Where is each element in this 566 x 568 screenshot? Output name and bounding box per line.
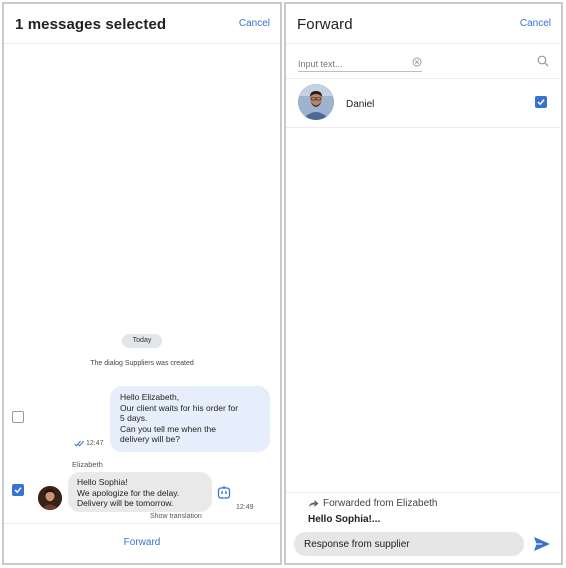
- message-line: delivery will be?: [120, 434, 180, 444]
- divider: [286, 78, 561, 79]
- translate-icon[interactable]: [217, 486, 231, 500]
- send-icon[interactable]: [533, 536, 551, 552]
- message-line: Our client waits for his order for: [120, 402, 239, 413]
- avatar-daniel-image: [298, 84, 334, 120]
- message-line: Hello Elizabeth,: [120, 392, 180, 402]
- cancel-forward-button[interactable]: Cancel: [520, 18, 551, 29]
- forward-panel: Forward Cancel Daniel: [284, 2, 563, 565]
- date-separator: Today: [122, 334, 162, 348]
- reply-input[interactable]: [294, 532, 524, 556]
- selection-header: 1 messages selected Cancel: [4, 4, 280, 44]
- system-message: The dialog Suppliers was created: [90, 360, 194, 367]
- forward-header: Forward Cancel: [286, 4, 561, 44]
- clear-icon[interactable]: [412, 57, 422, 67]
- outgoing-message-meta: 12:47: [74, 440, 104, 447]
- avatar-elizabeth-image: [38, 486, 62, 510]
- message-line: Delivery will be tomorrow.: [77, 498, 174, 508]
- page-title: Forward: [297, 16, 353, 33]
- avatar: [298, 84, 334, 120]
- message-line: Hello Sophia!: [77, 477, 128, 487]
- message-checkbox-outgoing[interactable]: [12, 411, 24, 423]
- message-checkbox-incoming[interactable]: [12, 484, 24, 496]
- cancel-selection-button[interactable]: Cancel: [239, 18, 270, 29]
- page-title: 1 messages selected: [15, 16, 167, 33]
- contact-name: Daniel: [346, 99, 375, 110]
- contact-row[interactable]: Daniel: [286, 82, 561, 128]
- forwarded-message-preview: Forwarded from Elizabeth Hello Sophia!..…: [286, 492, 561, 528]
- forward-arrow-icon: [308, 500, 319, 507]
- search-field: [298, 54, 422, 72]
- selection-footer: Forward: [4, 523, 280, 563]
- message-time: 12:49: [236, 504, 254, 511]
- sender-name: Elizabeth: [72, 460, 103, 469]
- check-icon: [537, 99, 545, 106]
- message-time: 12:47: [86, 440, 104, 447]
- outgoing-message-bubble[interactable]: Hello Elizabeth, Our client waits for hi…: [110, 386, 270, 452]
- selection-panel: 1 messages selected Cancel Today The dia…: [2, 2, 282, 565]
- search-input[interactable]: [298, 56, 398, 69]
- avatar[interactable]: [38, 486, 62, 510]
- forward-button[interactable]: Forward: [4, 537, 280, 548]
- forwarded-preview-text: Hello Sophia!...: [308, 514, 381, 525]
- message-line: We apologize for the delay.: [77, 487, 180, 498]
- search-icon[interactable]: [537, 55, 549, 67]
- message-line: Can you tell me when the: [120, 423, 216, 434]
- message-line: 5 days.: [120, 413, 148, 423]
- contact-checkbox[interactable]: [535, 96, 547, 108]
- check-icon: [14, 487, 22, 494]
- show-translation-link[interactable]: Show translation: [150, 513, 202, 520]
- incoming-message-bubble[interactable]: Hello Sophia! We apologize for the delay…: [68, 472, 212, 512]
- forwarded-from-label: Forwarded from Elizabeth: [323, 498, 438, 509]
- forwarded-from: Forwarded from Elizabeth: [308, 498, 438, 509]
- double-check-icon: [74, 440, 84, 447]
